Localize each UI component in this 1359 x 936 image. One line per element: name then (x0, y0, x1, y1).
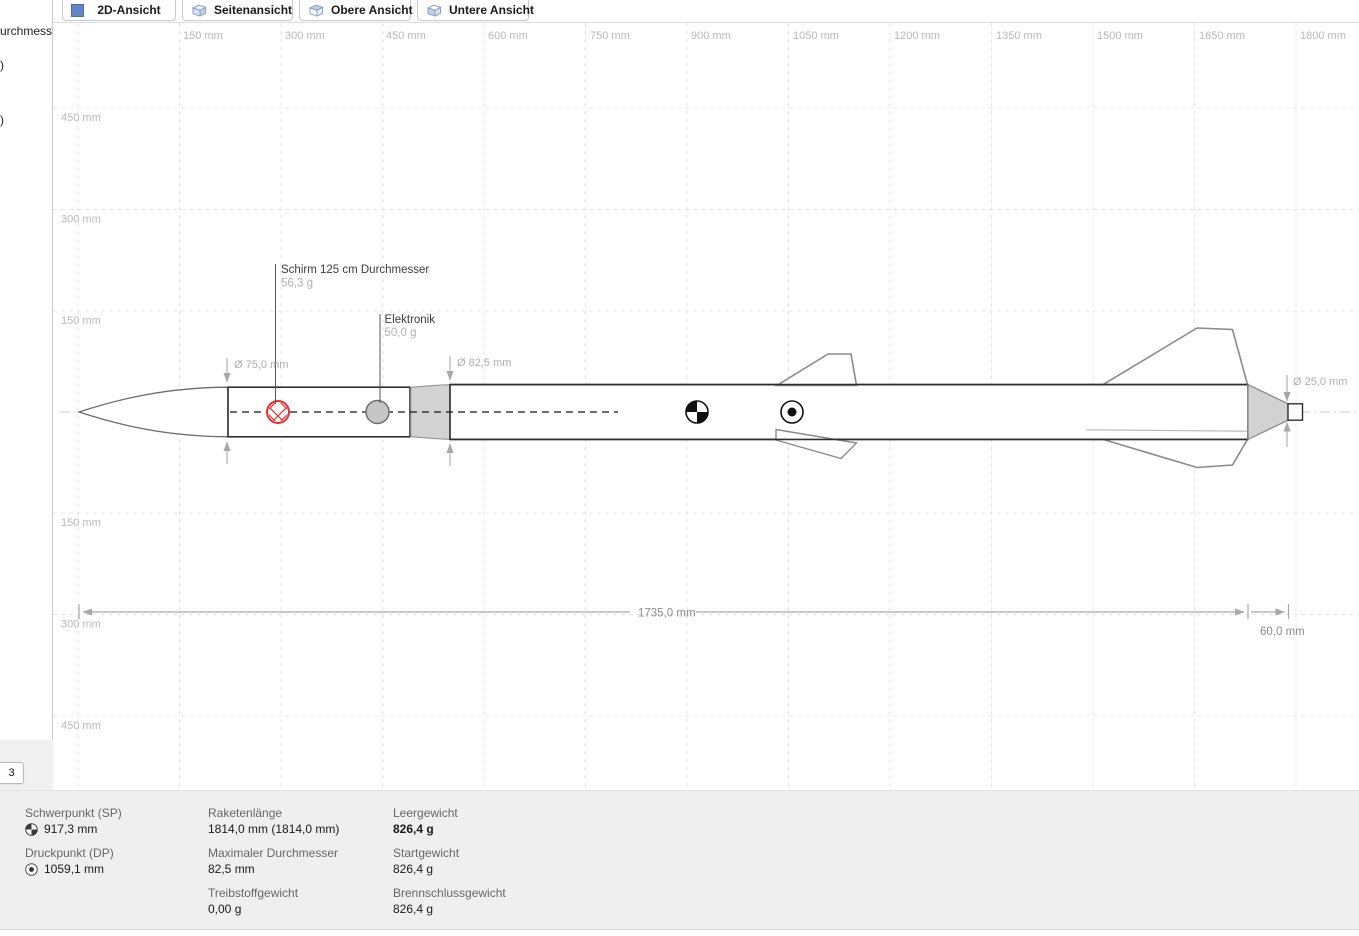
rocket-design-canvas[interactable]: 150 mm 300 mm 450 mm 600 mm 750 mm 900 m… (53, 22, 1359, 790)
svg-text:150 mm: 150 mm (61, 315, 101, 327)
cp-value: 1059,1 mm (44, 862, 104, 876)
body-length-dimension: 1735,0 mm (638, 608, 696, 620)
clipped-text: ) (0, 58, 4, 72)
cp-marker (781, 401, 803, 423)
svg-text:1050 mm: 1050 mm (793, 30, 839, 42)
svg-text:1650 mm: 1650 mm (1199, 30, 1245, 42)
svg-text:300 mm: 300 mm (61, 619, 101, 631)
svg-text:1200 mm: 1200 mm (894, 30, 940, 42)
left-config-panel: urchmess ) ) (0, 0, 53, 740)
cg-value-row: 917,3 mm (25, 822, 97, 836)
cp-value-row: 1059,1 mm (25, 862, 104, 876)
diameter-label-max: Ø 82,5 mm (457, 357, 511, 369)
svg-text:600 mm: 600 mm (488, 30, 528, 42)
svg-text:1500 mm: 1500 mm (1097, 30, 1143, 42)
diameter-label: Maximaler Durchmesser (208, 846, 338, 860)
tab-label: 2D-Ansicht (91, 3, 167, 17)
svg-text:900 mm: 900 mm (691, 30, 731, 42)
empty-weight-value: 826,4 g (393, 822, 434, 836)
svg-text:1350 mm: 1350 mm (996, 30, 1042, 42)
liftoff-weight-label: Startgewicht (393, 846, 459, 860)
blue-square-icon (71, 4, 84, 17)
propellant-value: 0,00 g (208, 902, 241, 916)
svg-text:150 mm: 150 mm (61, 517, 101, 529)
ruler-top: 150 mm 300 mm 450 mm 600 mm 750 mm 900 m… (183, 30, 1346, 42)
tab-label: Obere Ansicht (331, 3, 413, 17)
rear-fin-bottom[interactable] (1103, 439, 1248, 467)
clipped-text: urchmess (0, 24, 52, 38)
svg-text:50,0 g: 50,0 g (385, 327, 417, 339)
cube-icon (191, 3, 207, 18)
length-value: 1814,0 mm (1814,0 mm) (208, 822, 339, 836)
cg-value: 917,3 mm (44, 822, 97, 836)
svg-text:450 mm: 450 mm (61, 112, 101, 124)
empty-weight-label: Leergewicht (393, 806, 458, 820)
view-tabbar: 2D-Ansicht Seitenansicht Obere Ansicht U… (53, 0, 1359, 22)
diameter-label-aft: Ø 25,0 mm (1293, 376, 1347, 388)
burnout-weight-label: Brennschlussgewicht (393, 886, 506, 900)
rear-fin-top[interactable] (1103, 328, 1248, 385)
length-label: Raketenlänge (208, 806, 282, 820)
propellant-label: Treibstoffgewicht (208, 886, 298, 900)
svg-text:1800 mm: 1800 mm (1300, 30, 1346, 42)
tab-2d-ansicht[interactable]: 2D-Ansicht (62, 0, 176, 21)
status-panel: Schwerpunkt (SP) 917,3 mm Druckpunkt (DP… (0, 790, 1359, 929)
svg-text:150 mm: 150 mm (183, 30, 223, 42)
boat-tail[interactable] (1248, 385, 1288, 440)
rocket-2d-view: 150 mm 300 mm 450 mm 600 mm 750 mm 900 m… (53, 23, 1359, 791)
nose-cone[interactable] (79, 387, 228, 437)
cg-label: Schwerpunkt (SP) (25, 806, 122, 820)
svg-text:300 mm: 300 mm (285, 30, 325, 42)
clipped-text: ) (0, 113, 4, 127)
tab-obere-ansicht[interactable]: Obere Ansicht (299, 0, 411, 21)
cube-icon (426, 3, 442, 18)
cp-label: Druckpunkt (DP) (25, 846, 114, 860)
ruler-left: 450 mm 300 mm 150 mm 150 mm 300 mm 450 m… (61, 112, 101, 732)
svg-text:Elektronik: Elektronik (385, 314, 436, 326)
cg-marker (686, 401, 708, 423)
svg-text:56,3 g: 56,3 g (281, 278, 313, 290)
liftoff-weight-value: 826,4 g (393, 862, 433, 876)
stability-column: Schwerpunkt (SP) 917,3 mm Druckpunkt (DP… (25, 791, 200, 930)
tail-end-square[interactable] (1288, 404, 1303, 420)
tab-seitenansicht[interactable]: Seitenansicht (182, 0, 293, 21)
svg-text:450 mm: 450 mm (61, 720, 101, 732)
svg-text:750 mm: 750 mm (590, 30, 630, 42)
cp-icon (25, 863, 38, 876)
cube-icon (308, 3, 324, 18)
tail-length-dimension: 60,0 mm (1260, 626, 1305, 638)
mass-column: Leergewicht 826,4 g Startgewicht 826,4 g… (393, 791, 603, 930)
diameter-value: 82,5 mm (208, 862, 255, 876)
tab-untere-ansicht[interactable]: Untere Ansicht (417, 0, 529, 21)
svg-text:Schirm 125 cm Durchmesser: Schirm 125 cm Durchmesser (281, 264, 429, 276)
tab-label: Seitenansicht (214, 3, 292, 17)
tab-label: Untere Ansicht (449, 3, 534, 17)
geometry-column: Raketenlänge 1814,0 mm (1814,0 mm) Maxim… (208, 791, 388, 930)
bottom-divider (0, 929, 1359, 936)
scale-button[interactable]: 3 (0, 762, 24, 784)
svg-text:450 mm: 450 mm (386, 30, 426, 42)
burnout-weight-value: 826,4 g (393, 902, 433, 916)
svg-text:300 mm: 300 mm (61, 214, 101, 226)
diameter-label-fore: Ø 75,0 mm (234, 359, 288, 371)
electronics-marker[interactable] (366, 401, 389, 424)
cg-icon (25, 823, 38, 836)
